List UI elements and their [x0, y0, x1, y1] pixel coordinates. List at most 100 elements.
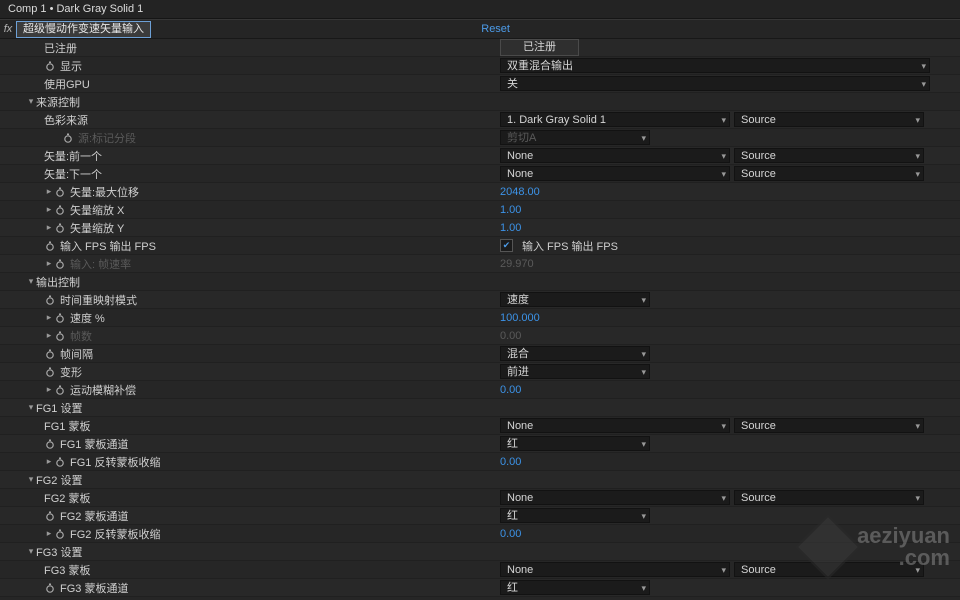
stopwatch-icon[interactable] — [44, 60, 56, 72]
prop-input-framerate-label: 输入: 帧速率 — [70, 256, 131, 272]
stopwatch-icon[interactable] — [54, 312, 66, 324]
prop-vector-next-label: 矢量:下一个 — [44, 166, 102, 182]
fps-checkbox[interactable] — [500, 239, 513, 252]
max-disp-value[interactable]: 2048.00 — [500, 186, 540, 198]
stopwatch-icon — [54, 258, 66, 270]
stopwatch-icon[interactable] — [44, 510, 56, 522]
twisty-open-icon[interactable]: ▾ — [26, 402, 36, 413]
prop-fg2-mask-label: FG2 蒙板 — [44, 490, 90, 506]
group-fg2[interactable]: FG2 设置 — [36, 472, 82, 488]
fg2-mask-src-dropdown[interactable]: Source — [734, 490, 924, 505]
twisty-closed-icon[interactable]: ▸ — [44, 312, 54, 323]
reset-link[interactable]: Reset — [481, 23, 510, 35]
prop-fg1-mask-label: FG1 蒙板 — [44, 418, 90, 434]
warp-dropdown[interactable]: 前进 — [500, 364, 650, 379]
prop-fg2-invert-label: FG2 反转蒙板收缩 — [70, 526, 160, 542]
twisty-closed-icon[interactable]: ▸ — [44, 456, 54, 467]
effect-enabled-toggle-icon[interactable]: fx — [0, 23, 16, 35]
prop-fg3-mask-label: FG3 蒙板 — [44, 562, 90, 578]
scale-x-value[interactable]: 1.00 — [500, 204, 521, 216]
fg1-invert-value[interactable]: 0.00 — [500, 456, 521, 468]
frame-interval-dropdown[interactable]: 混合 — [500, 346, 650, 361]
fg1-mask-dropdown[interactable]: None — [500, 418, 730, 433]
twisty-closed-icon[interactable]: ▸ — [44, 222, 54, 233]
twisty-closed-icon[interactable]: ▸ — [44, 186, 54, 197]
effect-header: fx 超级慢动作变速矢量输入 Reset — [0, 19, 960, 39]
stopwatch-icon — [62, 132, 74, 144]
vector-next-src-dropdown[interactable]: Source — [734, 166, 924, 181]
twisty-open-icon[interactable]: ▾ — [26, 474, 36, 485]
vector-next-dropdown[interactable]: None — [500, 166, 730, 181]
stopwatch-icon[interactable] — [44, 366, 56, 378]
twisty-closed-icon[interactable]: ▸ — [44, 204, 54, 215]
prop-scale-x-label: 矢量缩放 X — [70, 202, 124, 218]
panel-title: Comp 1 • Dark Gray Solid 1 — [0, 0, 960, 19]
fps-check-label: 输入 FPS 输出 FPS — [522, 238, 618, 254]
prop-frame-interval-label: 帧间隔 — [60, 346, 93, 362]
vector-prev-src-dropdown[interactable]: Source — [734, 148, 924, 163]
prop-frames-label: 帧数 — [70, 328, 92, 344]
prop-fg2-channel-label: FG2 蒙板通道 — [60, 508, 128, 524]
prop-usegpu-label: 使用GPU — [44, 76, 90, 92]
prop-color-source-label: 色彩来源 — [44, 112, 88, 128]
fg2-invert-value[interactable]: 0.00 — [500, 528, 521, 540]
scale-y-value[interactable]: 1.00 — [500, 222, 521, 234]
usegpu-dropdown[interactable]: 关 — [500, 76, 930, 91]
stopwatch-icon[interactable] — [44, 438, 56, 450]
stopwatch-icon — [54, 330, 66, 342]
group-fg1[interactable]: FG1 设置 — [36, 400, 82, 416]
time-remap-dropdown[interactable]: 速度 — [500, 292, 650, 307]
prop-time-remap-label: 时间重映射模式 — [60, 292, 137, 308]
stopwatch-icon[interactable] — [44, 294, 56, 306]
stopwatch-icon[interactable] — [54, 456, 66, 468]
twisty-open-icon[interactable]: ▾ — [26, 546, 36, 557]
fg3-mask-src-dropdown[interactable]: Source — [734, 562, 924, 577]
twisty-closed-icon: ▸ — [44, 258, 54, 269]
fg1-channel-dropdown[interactable]: 红 — [500, 436, 650, 451]
prop-fg1-invert-label: FG1 反转蒙板收缩 — [70, 454, 160, 470]
prop-mark-segment-label: 源:标记分段 — [78, 130, 136, 146]
fg3-mask-dropdown[interactable]: None — [500, 562, 730, 577]
color-source-src-dropdown[interactable]: Source — [734, 112, 924, 127]
prop-fps-inout-label: 输入 FPS 输出 FPS — [60, 238, 156, 254]
prop-scale-y-label: 矢量缩放 Y — [70, 220, 124, 236]
stopwatch-icon[interactable] — [54, 222, 66, 234]
fg2-mask-dropdown[interactable]: None — [500, 490, 730, 505]
stopwatch-icon[interactable] — [54, 186, 66, 198]
stopwatch-icon[interactable] — [44, 348, 56, 360]
properties-list: 已注册 已注册 显示 双重混合输出 使用GPU 关 ▾来源控制 色彩来源 1. … — [0, 39, 960, 600]
effect-name[interactable]: 超级慢动作变速矢量输入 — [16, 21, 151, 38]
registered-button[interactable]: 已注册 — [500, 39, 579, 56]
group-source-control[interactable]: 来源控制 — [36, 94, 80, 110]
fg3-channel-dropdown[interactable]: 红 — [500, 580, 650, 595]
prop-warp-label: 变形 — [60, 364, 82, 380]
stopwatch-icon[interactable] — [44, 240, 56, 252]
color-source-dropdown[interactable]: 1. Dark Gray Solid 1 — [500, 112, 730, 127]
fg2-channel-dropdown[interactable]: 红 — [500, 508, 650, 523]
speed-value[interactable]: 100.000 — [500, 312, 540, 324]
display-dropdown[interactable]: 双重混合输出 — [500, 58, 930, 73]
prop-vector-prev-label: 矢量:前一个 — [44, 148, 102, 164]
twisty-open-icon[interactable]: ▾ — [26, 276, 36, 287]
group-fg3[interactable]: FG3 设置 — [36, 544, 82, 560]
twisty-closed-icon[interactable]: ▸ — [44, 528, 54, 539]
stopwatch-icon[interactable] — [54, 528, 66, 540]
prop-registered-label: 已注册 — [44, 40, 77, 56]
stopwatch-icon[interactable] — [44, 582, 56, 594]
group-output-control[interactable]: 输出控制 — [36, 274, 80, 290]
twisty-open-icon[interactable]: ▾ — [26, 96, 36, 107]
prop-motion-blur-label: 运动模糊补偿 — [70, 382, 136, 398]
motion-blur-value[interactable]: 0.00 — [500, 384, 521, 396]
stopwatch-icon[interactable] — [54, 384, 66, 396]
input-framerate-value: 29.970 — [500, 258, 534, 270]
vector-prev-dropdown[interactable]: None — [500, 148, 730, 163]
frames-value: 0.00 — [500, 330, 521, 342]
fg1-mask-src-dropdown[interactable]: Source — [734, 418, 924, 433]
prop-fg3-channel-label: FG3 蒙板通道 — [60, 580, 128, 596]
stopwatch-icon[interactable] — [54, 204, 66, 216]
mark-segment-dropdown: 剪切A — [500, 130, 650, 145]
prop-fg1-channel-label: FG1 蒙板通道 — [60, 436, 128, 452]
twisty-closed-icon[interactable]: ▸ — [44, 384, 54, 395]
prop-max-disp-label: 矢量:最大位移 — [70, 184, 139, 200]
twisty-closed-icon: ▸ — [44, 330, 54, 341]
